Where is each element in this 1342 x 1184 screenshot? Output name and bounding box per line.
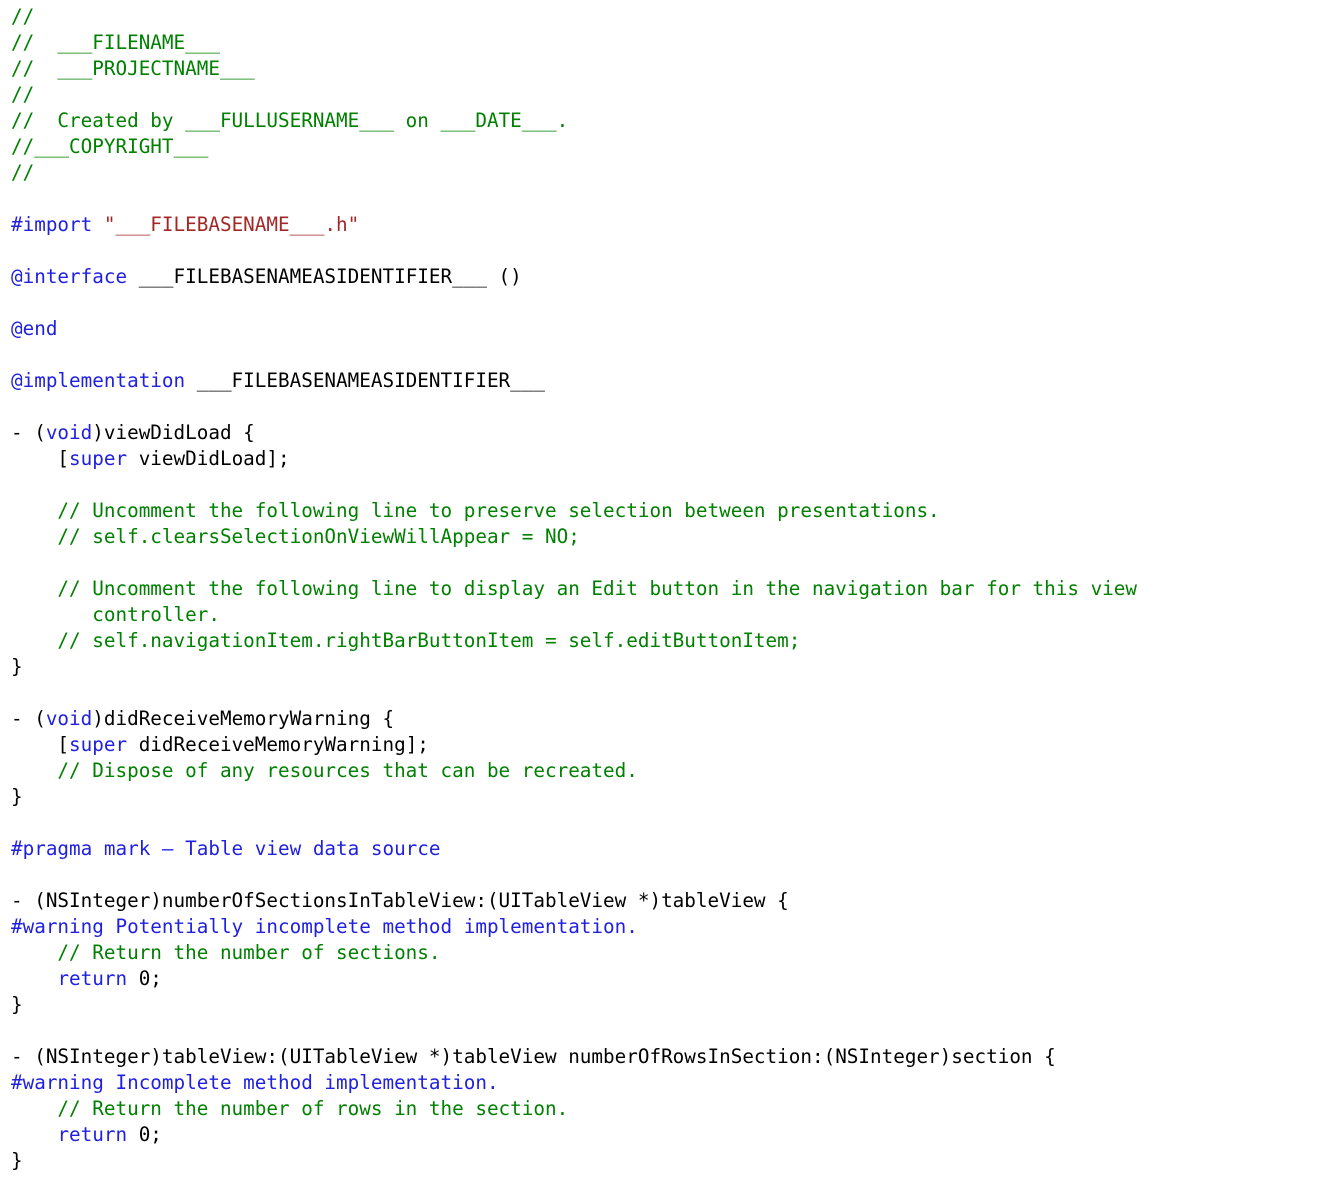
code-line: // self.navigationItem.rightBarButtonIte… [11,628,1342,654]
code-token-keyword: super [69,447,128,470]
code-line: // Return the number of sections. [11,940,1342,966]
code-token-comment: // ___FILENAME___ [11,31,220,54]
code-token-directive: #import [11,213,104,236]
code-token-plain: [ [11,733,70,756]
code-line: #import "___FILEBASENAME___.h" [11,212,1342,238]
code-line: } [11,784,1342,810]
code-line: } [11,1148,1342,1174]
code-line: // Dispose of any resources that can be … [11,758,1342,784]
code-line: // [11,160,1342,186]
code-line: // ___FILENAME___ [11,30,1342,56]
code-token-comment: // [11,83,35,106]
code-line: } [11,654,1342,680]
code-token-directive: #warning Potentially incomplete method i… [11,915,638,938]
code-token-directive: #warning Incomplete method implementatio… [11,1071,499,1094]
code-line: return 0; [11,966,1342,992]
code-token-keyword: void [45,707,93,730]
code-token-keyword: return [57,1123,128,1146]
code-token-plain: } [11,1149,23,1172]
code-line: [super didReceiveMemoryWarning]; [11,732,1342,758]
code-line: @implementation ___FILEBASENAMEASIDENTIF… [11,368,1342,394]
code-line: // ___PROJECTNAME___ [11,56,1342,82]
code-token-string: "___FILEBASENAME___.h" [103,213,360,236]
code-token-comment: // [11,5,35,28]
code-line: // Uncomment the following line to prese… [11,498,1342,524]
code-editor-view[interactable]: // // ___FILENAME___ // ___PROJECTNAME___ /… [0,0,1342,1184]
code-token-plain: ___FILEBASENAMEASIDENTIFIER___ [185,369,545,392]
code-token-plain: - (NSInteger)numberOfSectionsInTableView… [11,889,789,912]
code-token-plain: )didReceiveMemoryWarning { [92,707,395,730]
code-token-comment: //___COPYRIGHT___ [11,135,209,158]
code-token-keyword: @interface [11,265,128,288]
code-token-comment: // Return the number of rows in the sect… [11,1097,569,1120]
code-line: - (NSInteger)tableView:(UITableView *)ta… [11,1044,1342,1070]
code-token-comment: // self.navigationItem.rightBarButtonIte… [11,629,801,652]
code-token-plain: didReceiveMemoryWarning]; [127,733,429,756]
code-token-keyword: @end [11,317,58,340]
code-token-comment: // ___PROJECTNAME___ [11,57,255,80]
code-token-plain: )viewDidLoad { [92,421,255,444]
code-token-plain: } [11,655,23,678]
code-line: } [11,992,1342,1018]
code-token-plain: [ [11,447,70,470]
code-line: return 0; [11,1122,1342,1148]
code-token-plain: - (NSInteger)tableView:(UITableView *)ta… [11,1045,1056,1068]
code-token-comment: // Uncomment the following line to displ… [11,577,1138,600]
code-token-plain: 0; [127,967,162,990]
code-line: [super viewDidLoad]; [11,446,1342,472]
code-line: #warning Potentially incomplete method i… [11,914,1342,940]
code-token-plain: 0; [127,1123,162,1146]
code-line: - (void)didReceiveMemoryWarning { [11,706,1342,732]
code-line: #pragma mark – Table view data source [11,836,1342,862]
code-token-comment: // Uncomment the following line to prese… [11,499,940,522]
code-line: controller. [11,602,1342,628]
code-token-plain: ___FILEBASENAMEASIDENTIFIER___ () [127,265,522,288]
code-token-plain: - ( [11,421,46,444]
code-token-keyword: @implementation [11,369,186,392]
code-token-plain: } [11,993,23,1016]
code-line: // Uncomment the following line to displ… [11,576,1342,602]
code-line: // self.clearsSelectionOnViewWillAppear … [11,524,1342,550]
code-token-keyword: return [57,967,128,990]
code-line: @interface ___FILEBASENAMEASIDENTIFIER__… [11,264,1342,290]
code-token-plain: } [11,785,23,808]
code-token-keyword: super [69,733,128,756]
code-token-comment: // Created by ___FULLUSERNAME___ on ___D… [11,109,569,132]
code-line: // Return the number of rows in the sect… [11,1096,1342,1122]
code-line: @end [11,316,1342,342]
code-line: // Created by ___FULLUSERNAME___ on ___D… [11,108,1342,134]
code-token-comment: // self.clearsSelectionOnViewWillAppear … [11,525,580,548]
code-token-comment: // [11,161,35,184]
code-line: // [11,82,1342,108]
code-token-comment: controller. [11,603,220,626]
code-token-directive: #pragma mark – Table view data source [11,837,441,860]
code-line: #warning Incomplete method implementatio… [11,1070,1342,1096]
code-line: - (NSInteger)numberOfSectionsInTableView… [11,888,1342,914]
code-line: // [11,4,1342,30]
code-token-plain: viewDidLoad]; [127,447,290,470]
code-line: - (void)viewDidLoad { [11,420,1342,446]
code-token-plain: - ( [11,707,46,730]
code-token-keyword: void [45,421,93,444]
code-token-comment: // Return the number of sections. [11,941,441,964]
code-token-comment: // Dispose of any resources that can be … [11,759,638,782]
code-line: //___COPYRIGHT___ [11,134,1342,160]
